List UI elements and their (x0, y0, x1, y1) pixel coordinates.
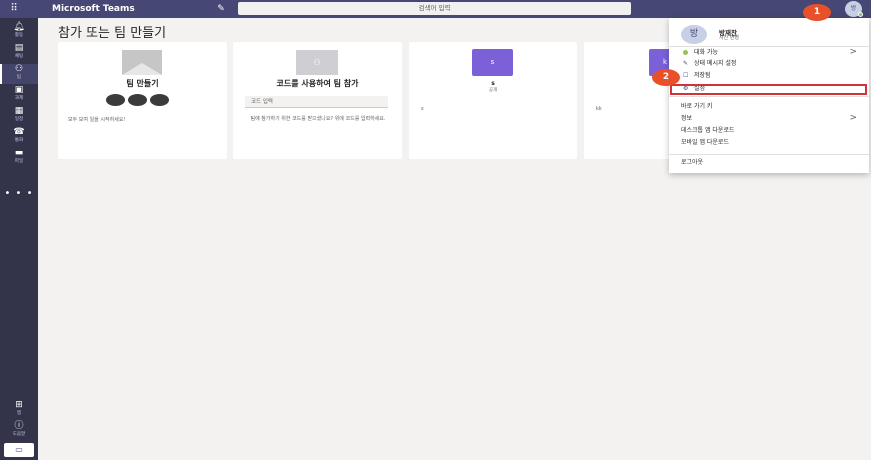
set-status-message-item[interactable]: ✎ 상태 메시지 설정 (669, 58, 869, 69)
saved-item[interactable]: ☐ 저장됨 (669, 70, 869, 81)
menu-label: 상태 메시지 설정 (694, 60, 737, 67)
chevron-right-icon: > (849, 113, 857, 123)
rail-item-activity[interactable]: 🔔︎ 활동 (0, 22, 38, 42)
menu-label: 데스크톱 앱 다운로드 (681, 127, 735, 134)
about-item[interactable]: 정보 > (669, 113, 869, 124)
device-icon: ▭ (15, 445, 23, 454)
help-icon: ⓘ (14, 421, 24, 431)
menu-label: 바로 가기 키 (681, 103, 713, 110)
keyboard-shortcuts-item[interactable]: 바로 가기 키 (669, 101, 869, 112)
member-avatars (106, 94, 176, 106)
rail-label: 과제 (14, 96, 24, 101)
title-bar: ⠿ Microsoft Teams ✎ 검색어 입력 방 (0, 0, 871, 18)
menu-label: 대화 가능 (694, 49, 718, 56)
divider (669, 154, 869, 155)
left-rail: 🔔︎ 활동 ▤ 채팅 ⚇ 팀 ▣ 과제 ▦ 일정 ☎ 통화 ▬ 파일 • • •… (0, 18, 38, 460)
app-title: Microsoft Teams (52, 4, 135, 14)
join-with-code-description: 팀에 참가하기 위한 코드를 받으셨나요? 위에 코드를 입력하세요. (250, 116, 386, 122)
rail-label: 팀 (16, 75, 22, 80)
menu-label: 정보 (681, 115, 693, 122)
rail-item-calendar[interactable]: ▦ 일정 (0, 106, 38, 126)
desktop-download-item[interactable]: 데스크톱 앱 다운로드 (669, 125, 869, 136)
chat-icon: ▤ (14, 43, 24, 53)
more-apps-icon[interactable]: • • • (0, 188, 38, 199)
team-privacy: 공개 (488, 88, 498, 93)
bell-icon: 🔔︎ (13, 22, 25, 32)
profile-menu: 방 방재찬 사진 변경 대화 가능 > ✎ 상태 메시지 설정 ☐ 저장됨 ⚙ … (669, 18, 869, 173)
join-with-code-title: 코드를 사용하여 팀 참가 (276, 79, 359, 88)
profile-avatar-button[interactable]: 방 (845, 1, 863, 17)
create-team-illustration (122, 50, 162, 75)
create-team-title: 팀 만들기 (126, 79, 159, 88)
rail-item-assignments[interactable]: ▣ 과제 (0, 85, 38, 105)
calendar-icon: ▦ (14, 106, 24, 116)
team-footer: kk (596, 106, 602, 112)
files-icon: ▬ (14, 148, 24, 158)
page-title: 참가 또는 팀 만들기 (58, 26, 167, 41)
download-app-button[interactable]: ▭ (4, 443, 34, 457)
team-name: s (491, 80, 495, 87)
change-photo-link[interactable]: 사진 변경 (719, 34, 739, 41)
teams-icon: ⚇ (14, 64, 24, 74)
profile-avatar[interactable]: 방 (681, 25, 707, 44)
phone-icon: ☎ (13, 127, 25, 137)
avatar (106, 94, 125, 106)
edit-status-icon: ✎ (683, 60, 689, 67)
rail-label: 파일 (14, 159, 24, 164)
create-team-card[interactable]: 팀 만들기 모두 모여 일을 시작하세요! (58, 42, 227, 159)
avatar (128, 94, 147, 106)
settings-highlight-box (670, 84, 867, 95)
status-dot-icon (858, 12, 863, 17)
rail-item-teams[interactable]: ⚇ 팀 (0, 64, 38, 84)
rail-label: 활동 (14, 33, 24, 38)
join-with-code-card: ⚇ 코드를 사용하여 팀 참가 코드 입력 팀에 참가하기 위한 코드를 받으셨… (233, 42, 402, 159)
bookmark-icon: ☐ (683, 72, 689, 79)
team-footer: s (421, 106, 424, 112)
apps-icon: ⊞ (15, 400, 23, 410)
avatar (150, 94, 169, 106)
mobile-download-item[interactable]: 모바일 앱 다운로드 (669, 137, 869, 148)
rail-item-apps[interactable]: ⊞ 앱 (0, 400, 38, 420)
rail-label: 도움말 (12, 432, 26, 437)
new-chat-icon[interactable]: ✎ (215, 3, 227, 15)
menu-label: 로그아웃 (681, 159, 704, 166)
status-menu-item[interactable]: 대화 가능 > (669, 47, 869, 58)
team-tile: s (472, 49, 513, 76)
search-input[interactable]: 검색어 입력 (238, 2, 631, 15)
menu-label: 저장됨 (694, 72, 711, 79)
chevron-right-icon: > (849, 47, 857, 57)
step-2-badge: 2 (652, 69, 680, 86)
step-1-badge: 1 (803, 4, 831, 21)
logout-item[interactable]: 로그아웃 (669, 157, 869, 168)
rail-label: 채팅 (14, 54, 24, 59)
rail-label: 일정 (14, 117, 24, 122)
app-launcher-icon[interactable]: ⠿ (7, 3, 21, 15)
team-card[interactable]: s s 공개 s (409, 42, 577, 159)
rail-item-chat[interactable]: ▤ 채팅 (0, 43, 38, 63)
menu-label: 모바일 앱 다운로드 (681, 139, 729, 146)
join-team-icon: ⚇ (296, 50, 338, 75)
rail-label: 앱 (16, 411, 22, 416)
avatar-initial: 방 (850, 5, 857, 12)
create-team-description: 모두 모여 일을 시작하세요! (68, 117, 126, 123)
rail-label: 통화 (14, 138, 24, 143)
divider (669, 96, 869, 97)
assignments-icon: ▣ (14, 85, 24, 95)
rail-item-calls[interactable]: ☎ 통화 (0, 127, 38, 147)
rail-item-help[interactable]: ⓘ 도움말 (0, 421, 38, 441)
team-code-input[interactable]: 코드 입력 (245, 96, 388, 108)
rail-item-files[interactable]: ▬ 파일 (0, 148, 38, 168)
